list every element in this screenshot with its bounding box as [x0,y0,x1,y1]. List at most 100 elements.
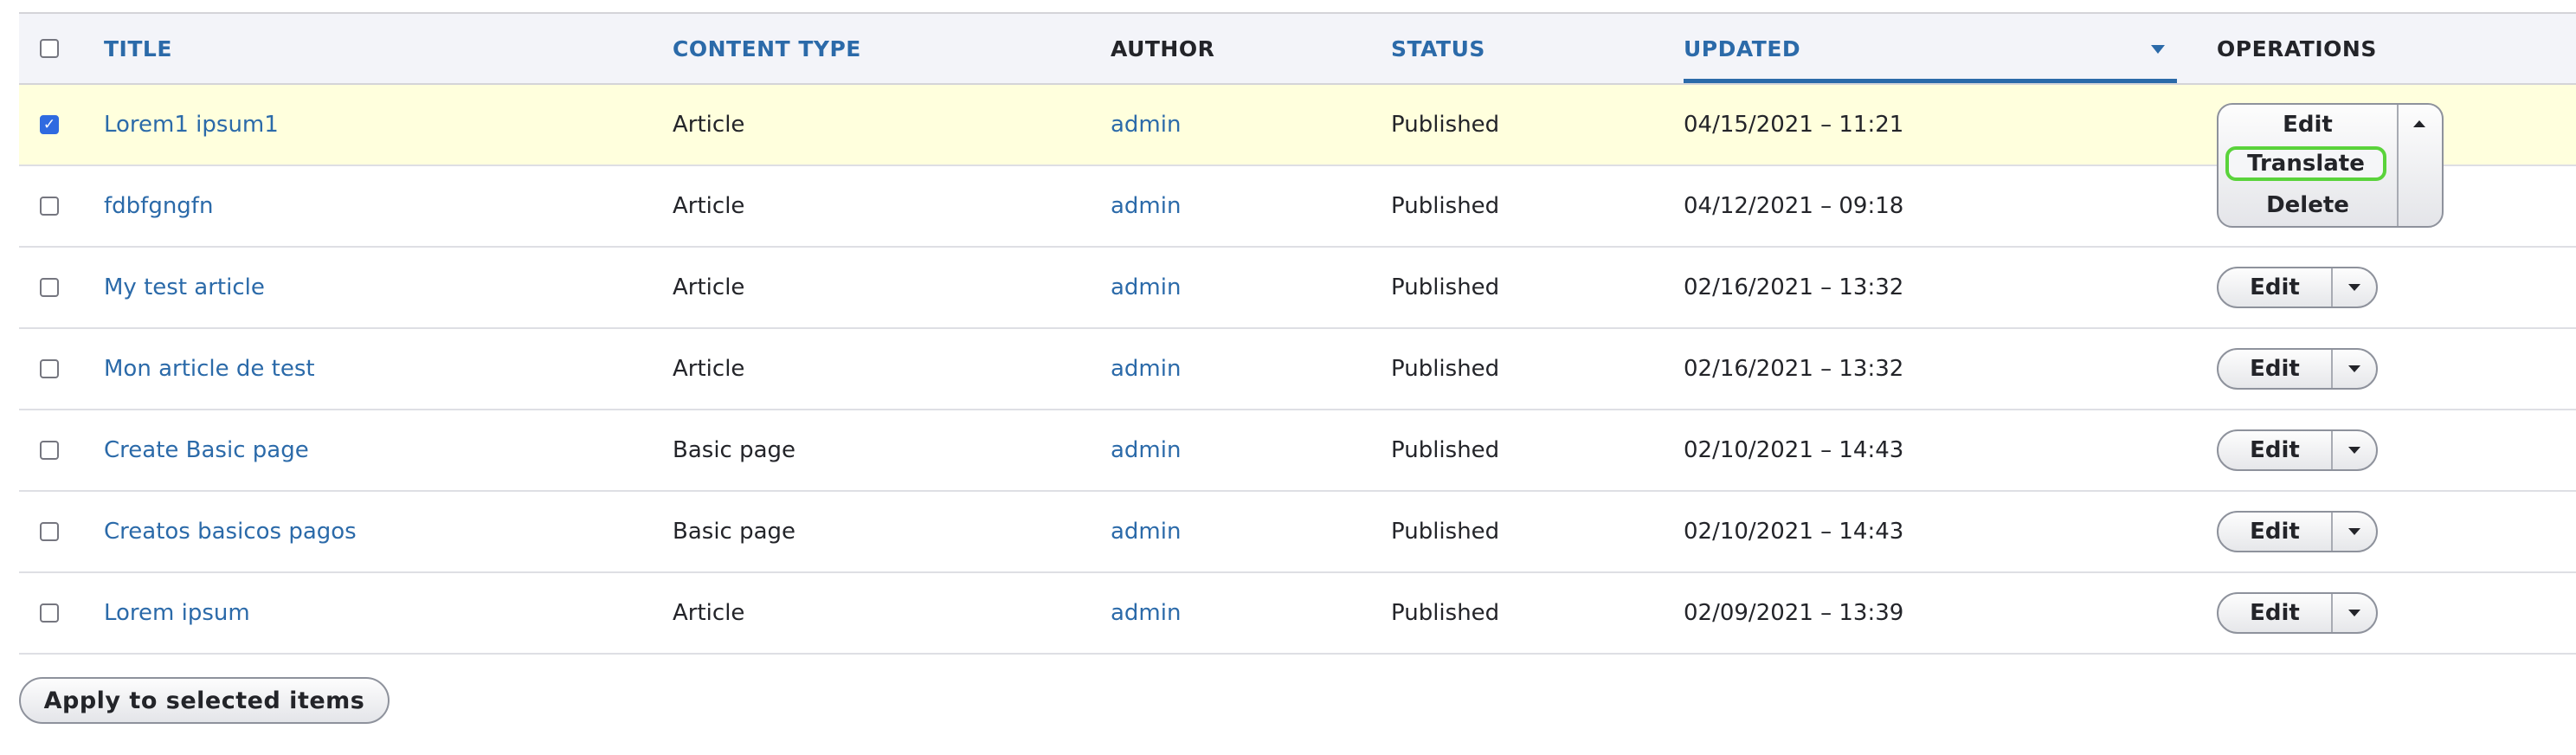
updated-cell: 02/10/2021 – 14:43 [1684,519,1904,545]
updated-cell: 04/12/2021 – 09:18 [1684,193,1904,219]
author-cell: admin [1111,410,1181,490]
edit-button[interactable]: Edit [2219,431,2333,469]
operations-cell: Edit [2217,492,2378,571]
operations-dropbutton[interactable]: Edit [2217,511,2378,552]
row-select-checkbox[interactable]: ✓ [40,115,59,134]
dropbutton-edit-item[interactable]: Edit [2219,112,2397,138]
table-row: Mon article de test Article admin Publis… [19,329,2576,410]
title-cell: Create Basic page [104,410,309,490]
title-cell: Lorem1 ipsum1 [104,85,279,165]
chevron-down-icon [2348,284,2360,291]
table-row: Lorem ipsum Article admin Published 02/0… [19,573,2576,655]
row-select-checkbox[interactable] [40,278,59,297]
operations-cell: Edit [2217,410,2378,490]
table-row: fdbfgngfn Article admin Published 04/12/… [19,166,2576,248]
status-cell: Published [1391,193,1500,219]
header-title[interactable]: TITLE [104,14,172,83]
dropbutton-collapse-toggle[interactable] [2397,105,2442,143]
chevron-down-icon [2348,528,2360,535]
header-content-type-label[interactable]: CONTENT TYPE [673,36,861,61]
operations-dropbutton[interactable]: Edit [2217,348,2378,390]
select-all-checkbox[interactable] [40,39,59,58]
operations-dropbutton[interactable]: Edit [2217,429,2378,471]
header-author-label: AUTHOR [1111,35,1215,61]
header-status-label[interactable]: STATUS [1391,36,1485,61]
content-type-cell: Basic page [673,519,796,545]
author-link[interactable]: admin [1111,193,1181,219]
header-status[interactable]: STATUS [1391,14,1485,83]
header-updated[interactable]: UPDATED [1684,14,1800,83]
title-cell: My test article [104,248,265,327]
row-select-cell [40,166,59,246]
edit-button[interactable]: Edit [2219,350,2333,388]
operations-dropbutton-menu: Edit Translate Delete [2219,105,2399,226]
row-select-checkbox[interactable] [40,441,59,460]
row-select-checkbox[interactable] [40,603,59,623]
content-type-cell: Article [673,274,745,300]
edit-button[interactable]: Edit [2219,268,2333,307]
operations-cell: Edit [2217,248,2378,327]
edit-button[interactable]: Edit [2219,594,2333,632]
author-link[interactable]: admin [1111,112,1181,138]
dropbutton-toggle[interactable] [2333,431,2376,469]
operations-dropbutton[interactable]: Edit [2217,592,2378,634]
row-select-cell [40,248,59,327]
table-row: Creatos basicos pagos Basic page admin P… [19,492,2576,573]
header-content-type[interactable]: CONTENT TYPE [673,14,861,83]
updated-cell: 04/15/2021 – 11:21 [1684,112,1904,138]
dropbutton-toggle[interactable] [2333,268,2376,307]
dropbutton-translate-item[interactable]: Translate [2225,146,2386,181]
content-type-cell: Article [673,356,745,382]
title-link[interactable]: Mon article de test [104,356,315,382]
updated-cell: 02/09/2021 – 13:39 [1684,600,1904,626]
select-all-cell [40,14,59,83]
title-link[interactable]: Creatos basicos pagos [104,519,357,545]
author-link[interactable]: admin [1111,274,1181,300]
content-table: TITLE CONTENT TYPE AUTHOR STATUS UPDATED… [19,12,2576,655]
row-select-checkbox[interactable] [40,197,59,216]
header-updated-label[interactable]: UPDATED [1684,36,1800,61]
title-link[interactable]: fdbfgngfn [104,193,213,219]
title-link[interactable]: My test article [104,274,265,300]
dropbutton-toggle[interactable] [2333,513,2376,551]
dropbutton-toggle[interactable] [2333,594,2376,632]
author-link[interactable]: admin [1111,356,1181,382]
title-link[interactable]: Lorem ipsum [104,600,250,626]
dropbutton-delete-item[interactable]: Delete [2219,192,2397,218]
operations-cell: Edit [2217,573,2378,653]
row-select-checkbox[interactable] [40,522,59,541]
sort-descending-icon[interactable] [2151,45,2165,54]
chevron-down-icon [2348,610,2360,616]
apply-to-selected-button[interactable]: Apply to selected items [19,677,390,724]
status-cell: Published [1391,112,1500,138]
operations-cell: Edit [2217,329,2378,409]
title-link[interactable]: Lorem1 ipsum1 [104,112,279,138]
updated-cell: 02/10/2021 – 14:43 [1684,437,1904,463]
author-cell: admin [1111,85,1181,165]
row-select-cell: ✓ [40,85,59,165]
author-link[interactable]: admin [1111,437,1181,463]
edit-button[interactable]: Edit [2219,513,2333,551]
operations-dropbutton-open[interactable]: Edit Translate Delete [2217,103,2444,228]
author-cell: admin [1111,166,1181,246]
author-link[interactable]: admin [1111,519,1181,545]
status-cell: Published [1391,600,1500,626]
dropbutton-toggle[interactable] [2333,350,2376,388]
table-row: Create Basic page Basic page admin Publi… [19,410,2576,492]
content-type-cell: Article [673,193,745,219]
row-select-cell [40,410,59,490]
operations-dropbutton[interactable]: Edit [2217,267,2378,308]
author-cell: admin [1111,573,1181,653]
author-cell: admin [1111,248,1181,327]
header-title-label[interactable]: TITLE [104,36,172,61]
chevron-down-icon [2348,447,2360,454]
row-select-cell [40,573,59,653]
chevron-down-icon [2348,365,2360,372]
row-select-cell [40,492,59,571]
status-cell: Published [1391,437,1500,463]
title-link[interactable]: Create Basic page [104,437,309,463]
row-select-cell [40,329,59,409]
author-link[interactable]: admin [1111,600,1181,626]
row-select-checkbox[interactable] [40,359,59,378]
table-row: My test article Article admin Published … [19,248,2576,329]
